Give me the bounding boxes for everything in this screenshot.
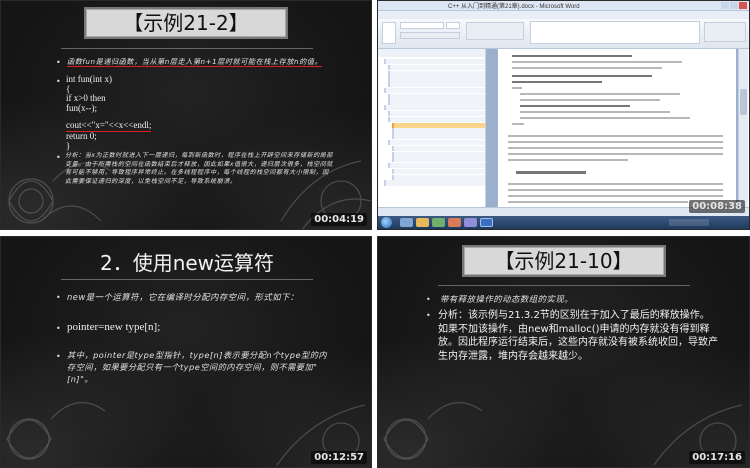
slide-paragraph-1: new是一个运算符，它在编译时分配内存空间，形式如下： [67, 292, 299, 302]
word-title-bar: C++ 从入门到精通(第21章).docx - Microsoft Word [378, 1, 749, 11]
nav-heading[interactable] [392, 168, 485, 175]
taskbar-app-icon[interactable] [432, 218, 445, 227]
nav-heading[interactable] [392, 157, 485, 163]
nav-heading[interactable] [392, 151, 485, 157]
nav-heading[interactable] [384, 87, 485, 94]
ribbon-tabs[interactable] [378, 11, 749, 19]
taskbar-app-icon[interactable] [464, 218, 477, 227]
document-page[interactable] [498, 49, 736, 207]
nav-heading[interactable] [388, 93, 485, 99]
bullet-icon: • [56, 293, 61, 302]
nav-heading[interactable] [392, 128, 485, 134]
nav-heading[interactable] [388, 163, 485, 169]
bullet-icon: • [56, 77, 61, 86]
system-tray[interactable] [669, 219, 709, 226]
minimize-icon[interactable] [721, 2, 729, 9]
nav-heading[interactable] [388, 76, 485, 82]
windows-taskbar [378, 216, 749, 229]
timestamp: 00:08:38 [689, 200, 745, 213]
styles-gallery[interactable] [530, 21, 700, 44]
code-block: int fun(int x) { if x>0 then fun(x--); c… [66, 74, 152, 152]
font-selector[interactable] [400, 22, 444, 29]
nav-heading[interactable] [384, 59, 485, 65]
video-thumbnail-4[interactable]: 【示例21-10】 • 带有释放操作的动态数组的实现。 • 分析：该示例与21.… [377, 236, 750, 468]
nav-heading[interactable] [384, 180, 485, 186]
code-line: } [66, 140, 71, 151]
taskbar-app-icon[interactable] [416, 218, 429, 227]
slide-paragraph-1: 带有释放操作的动态数组的实现。 [440, 294, 574, 304]
taskbar-word-icon[interactable] [480, 218, 493, 227]
timestamp: 00:04:19 [311, 213, 367, 226]
taskbar-app-icon[interactable] [448, 218, 461, 227]
title-divider [61, 48, 313, 49]
bullet-icon: • [56, 58, 61, 67]
nav-heading[interactable] [388, 139, 485, 146]
nav-heading[interactable] [388, 70, 485, 76]
editing-buttons[interactable] [704, 22, 746, 42]
window-controls[interactable] [721, 2, 747, 9]
nav-heading[interactable] [388, 64, 485, 70]
nav-heading[interactable] [388, 82, 485, 88]
ribbon-toolbar[interactable] [378, 19, 749, 49]
nav-heading[interactable] [388, 99, 485, 105]
taskbar-app-icon[interactable] [400, 218, 413, 227]
vertical-scrollbar[interactable] [738, 49, 748, 207]
paragraph-buttons[interactable] [466, 22, 524, 40]
slide-paragraph-2: pointer=new type[n]; [67, 321, 161, 333]
video-thumbnail-3[interactable]: 2．使用new运算符 • new是一个运算符，它在编译时分配内存空间，形式如下：… [0, 236, 372, 468]
slide-intro-text: 函数fun是递归函数，当从第n层走入第n+1层时就可能在栈上存放n的值。 [67, 57, 323, 67]
navigation-pane[interactable] [378, 49, 486, 207]
nav-heading[interactable] [392, 174, 485, 180]
title-divider [61, 279, 313, 280]
nav-heading[interactable] [388, 116, 485, 122]
bullet-icon: • [56, 153, 61, 162]
bullet-icon: • [426, 311, 431, 320]
bullet-icon: • [426, 295, 431, 304]
slide-analysis-text: 分析：当x为正数时就进入下一层递归，每到新函数时，程序在栈上开辟空间来存储新的局… [65, 152, 333, 185]
navigation-search[interactable] [378, 49, 485, 57]
code-line: int fun(int x) [66, 74, 112, 84]
code-line: cout<<"x="<<x<<endl; [66, 120, 152, 132]
floral-decoration-icon [383, 402, 483, 460]
timestamp: 00:12:57 [311, 451, 367, 464]
start-button-icon[interactable] [381, 217, 392, 228]
bullet-icon: • [56, 324, 61, 333]
nav-heading[interactable] [384, 105, 485, 111]
nav-heading[interactable] [392, 145, 485, 151]
nav-heading[interactable] [388, 111, 485, 117]
video-thumbnail-2[interactable]: C++ 从入门到精通(第21章).docx - Microsoft Word 0… [377, 0, 750, 230]
slide-title: 【示例21-2】 [86, 9, 286, 37]
code-line: fun(x--); [66, 102, 97, 113]
code-line: return 0; [66, 131, 97, 142]
bullet-icon: • [56, 352, 61, 361]
title-divider [438, 285, 690, 286]
scrollbar-thumb[interactable] [740, 89, 747, 115]
slide-paragraph-2: 分析：该示例与21.3.2节的区别在于加入了最后的释放操作。如果不加该操作，由n… [438, 310, 718, 362]
font-size-selector[interactable] [446, 22, 460, 29]
format-buttons[interactable] [400, 32, 460, 39]
nav-heading[interactable] [392, 134, 485, 140]
maximize-icon[interactable] [730, 2, 738, 9]
slide-title: 2．使用new运算符 [99, 251, 275, 275]
close-icon[interactable] [739, 2, 747, 9]
video-thumbnail-1[interactable]: 【示例21-2】 • 函数fun是递归函数，当从第n层走入第n+1层时就可能在栈… [0, 0, 372, 230]
nav-heading-selected[interactable] [392, 122, 485, 128]
timestamp: 00:17:16 [689, 451, 745, 464]
paste-button[interactable] [382, 22, 396, 44]
slide-title: 【示例21-10】 [463, 247, 664, 275]
slide-paragraph-3: 其中，pointer是type型指针，type[n]表示要分配n个type型的内… [67, 350, 328, 384]
word-window-title: C++ 从入门到精通(第21章).docx - Microsoft Word [448, 4, 580, 10]
